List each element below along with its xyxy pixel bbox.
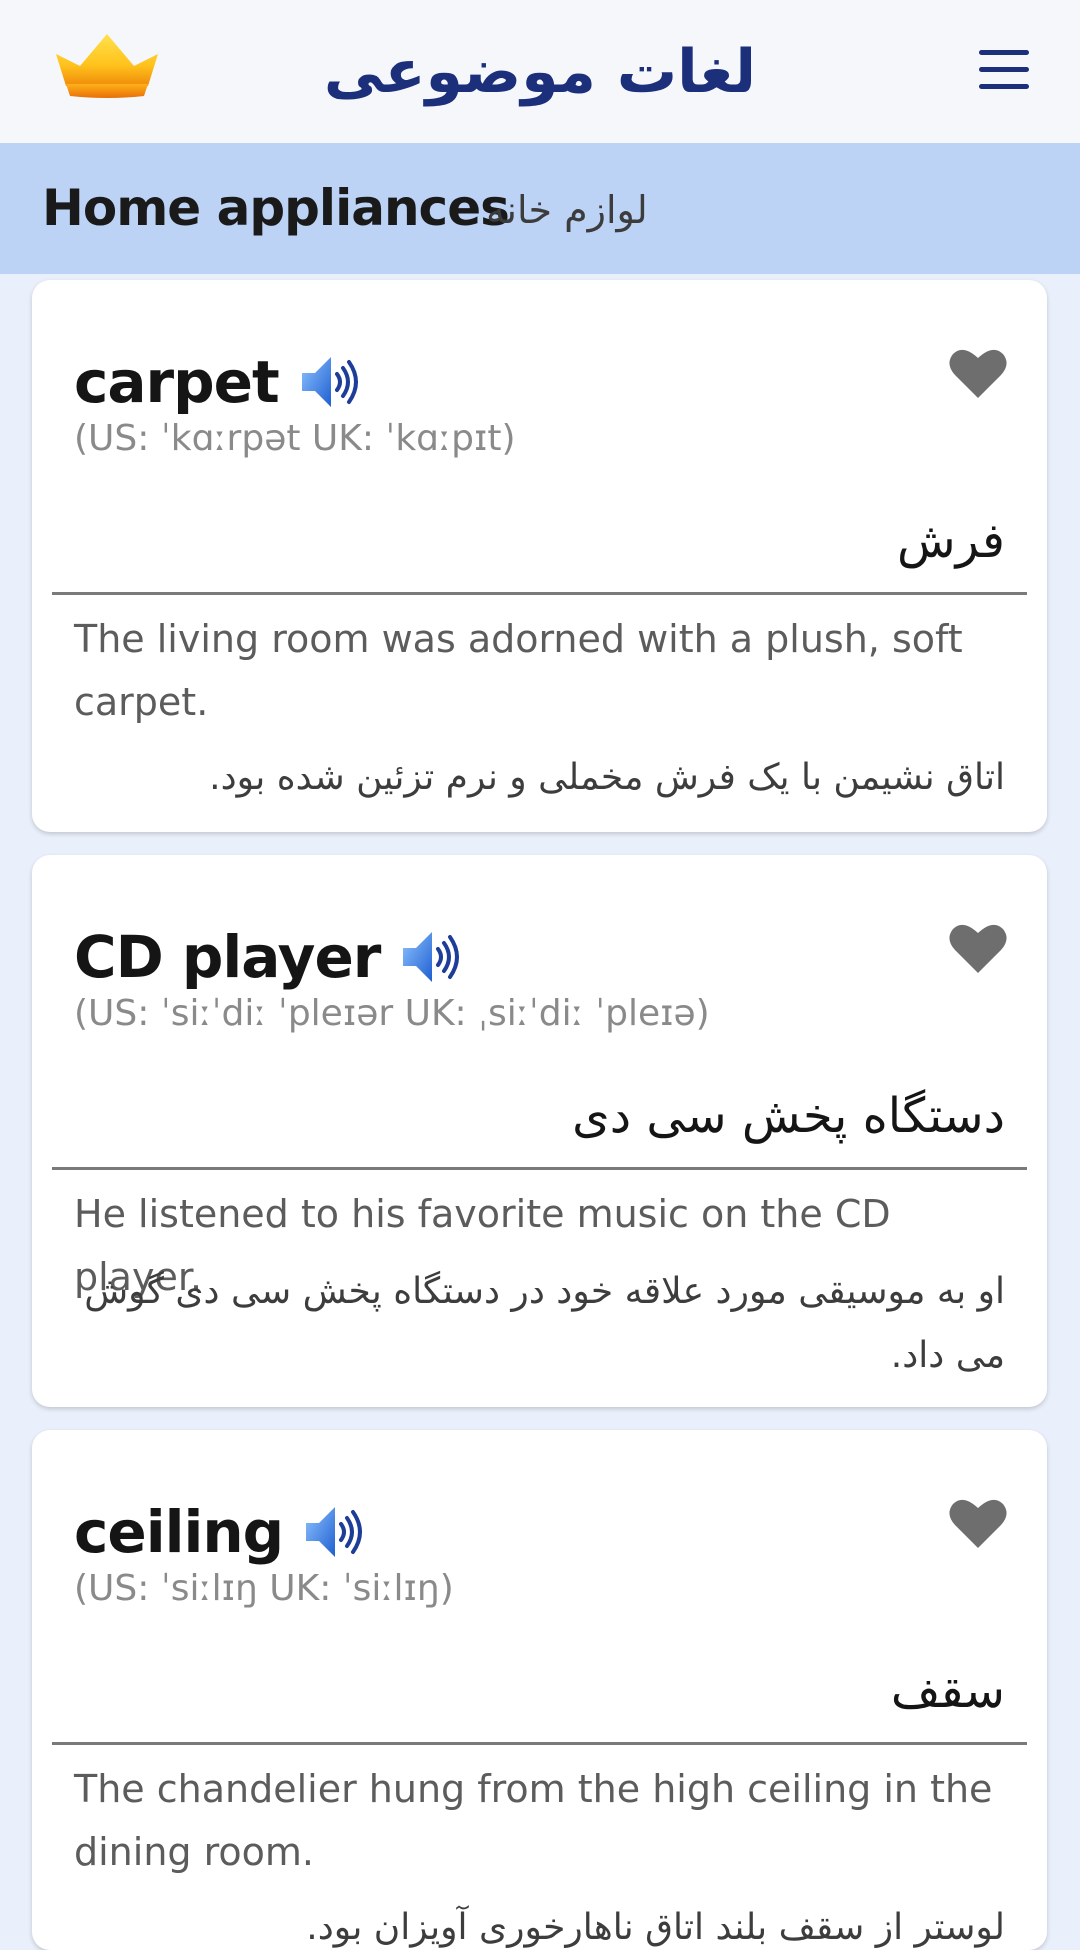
pronunciation: (US: ˈkɑːrpət UK: ˈkɑːpɪt) <box>74 418 516 459</box>
divider <box>52 1167 1027 1170</box>
word-card[interactable]: ceiling (US: ˈsiːlɪŋ UK: ˈsiːlɪŋ) سقف Th… <box>32 1430 1047 1950</box>
word-title: ceiling <box>74 1498 284 1566</box>
example-en: The chandelier hung from the high ceilin… <box>74 1767 993 1874</box>
app-title: لغات موضوعی <box>323 37 757 107</box>
hamburger-menu-icon <box>979 50 1029 55</box>
hamburger-menu-icon-middle <box>979 67 1029 72</box>
example-fa: لوستر از سقف بلند اتاق ناهارخوری آویزان … <box>306 1907 1005 1948</box>
word-card[interactable]: carpet (US: ˈkɑːrpət UK: ˈkɑːpɪt) فرش Th… <box>32 280 1047 832</box>
hamburger-menu-icon-bottom <box>979 84 1029 89</box>
app-bar: لغات موضوعی <box>0 0 1080 143</box>
meaning-fa: سقف <box>890 1663 1005 1719</box>
heart-icon[interactable] <box>949 1496 1007 1550</box>
pronunciation: (US: ˈsiːlɪŋ UK: ˈsiːlɪŋ) <box>74 1568 454 1609</box>
word-title: CD player <box>74 923 381 991</box>
example-fa: اتاق نشیمن با یک فرش مخملی و نرم تزئین ش… <box>209 757 1005 798</box>
speaker-icon[interactable] <box>400 926 462 988</box>
pronunciation: (US: ˈsiːˈdiː ˈpleɪər UK: ˌsiːˈdiː ˈpleɪ… <box>74 993 710 1034</box>
menu-button[interactable] <box>975 46 1031 94</box>
category-title-en: Home appliances <box>42 179 510 237</box>
word-line: CD player <box>74 917 462 997</box>
divider <box>52 592 1027 595</box>
example-en: The living room was adorned with a plush… <box>74 617 963 724</box>
word-title: carpet <box>74 348 280 416</box>
heart-icon[interactable] <box>949 921 1007 975</box>
word-line: ceiling <box>74 1492 365 1572</box>
heart-icon[interactable] <box>949 346 1007 400</box>
word-card[interactable]: CD player (US: ˈsiːˈdiː ˈpleɪər UK: ˌsiː… <box>32 855 1047 1407</box>
meaning-fa: دستگاه پخش سی دی <box>572 1088 1005 1144</box>
speaker-icon[interactable] <box>303 1501 365 1563</box>
word-line: carpet <box>74 342 361 422</box>
category-title-fa: لوازم خانه <box>486 188 648 232</box>
meaning-fa: فرش <box>896 513 1005 569</box>
speaker-icon[interactable] <box>299 351 361 413</box>
category-header: Home appliances لوازم خانه <box>0 143 1080 274</box>
divider <box>52 1742 1027 1745</box>
example-fa: او به موسیقی مورد علاقه خود در دستگاه پخ… <box>84 1271 1005 1376</box>
